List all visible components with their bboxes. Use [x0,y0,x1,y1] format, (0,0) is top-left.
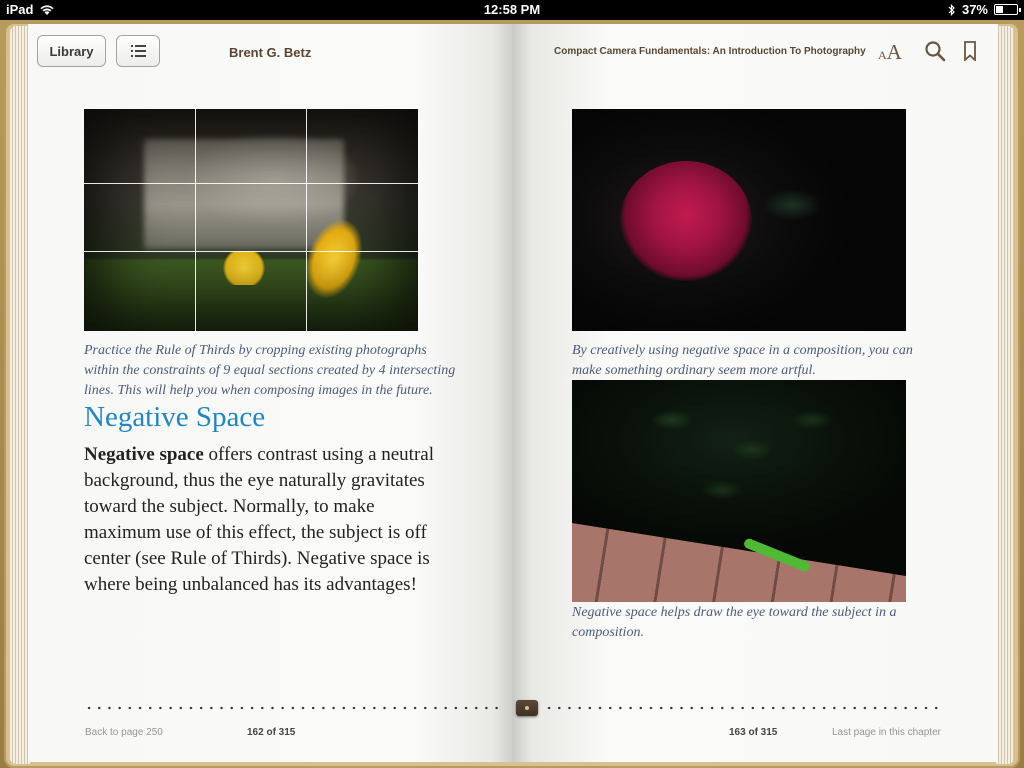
back-to-page-link[interactable]: Back to page 250 [85,727,163,738]
photo-caption: Practice the Rule of Thirds by cropping … [84,343,456,398]
lizard-photo [572,380,906,602]
page-scrubber-handle[interactable] [516,700,538,716]
page-stack-right [996,26,1014,764]
bookmark-icon[interactable] [963,41,977,61]
search-icon[interactable] [924,40,946,62]
font-size-big-label: A [886,40,902,64]
font-size-small-label: A [878,48,887,62]
section-heading: Negative Space [84,401,266,433]
last-page-label: Last page in this chapter [832,727,941,738]
page-scrubber-track[interactable] [84,706,504,710]
body-paragraph: Negative space offers contrast using a n… [84,442,456,598]
font-size-icon[interactable]: AA [878,40,902,65]
photo-caption: By creatively using negative space in a … [572,343,913,378]
battery-icon [994,4,1021,15]
page-number-right: 163 of 315 [729,727,778,738]
page-number-left: 162 of 315 [247,727,296,738]
clock: 12:58 PM [483,2,541,17]
body-bold-term: Negative space [84,444,204,465]
library-button[interactable]: Library [37,35,106,67]
book-title: Compact Camera Fundamentals: An Introduc… [554,46,866,57]
page-stack-left [10,26,30,764]
battery-percent: 37% [961,2,988,17]
rule-of-thirds-photo [84,109,418,331]
author-name: Brent G. Betz [229,45,312,60]
bluetooth-icon [948,3,955,16]
status-bar: iPad 12:58 PM 37% [0,0,1024,20]
rose-photo [572,109,906,331]
table-of-contents-button[interactable] [116,35,160,67]
photo-caption: Negative space helps draw the eye toward… [572,605,897,640]
body-text: offers contrast using a neutral backgrou… [84,444,434,595]
page-scrubber-track[interactable] [544,706,944,710]
list-icon [130,45,146,57]
